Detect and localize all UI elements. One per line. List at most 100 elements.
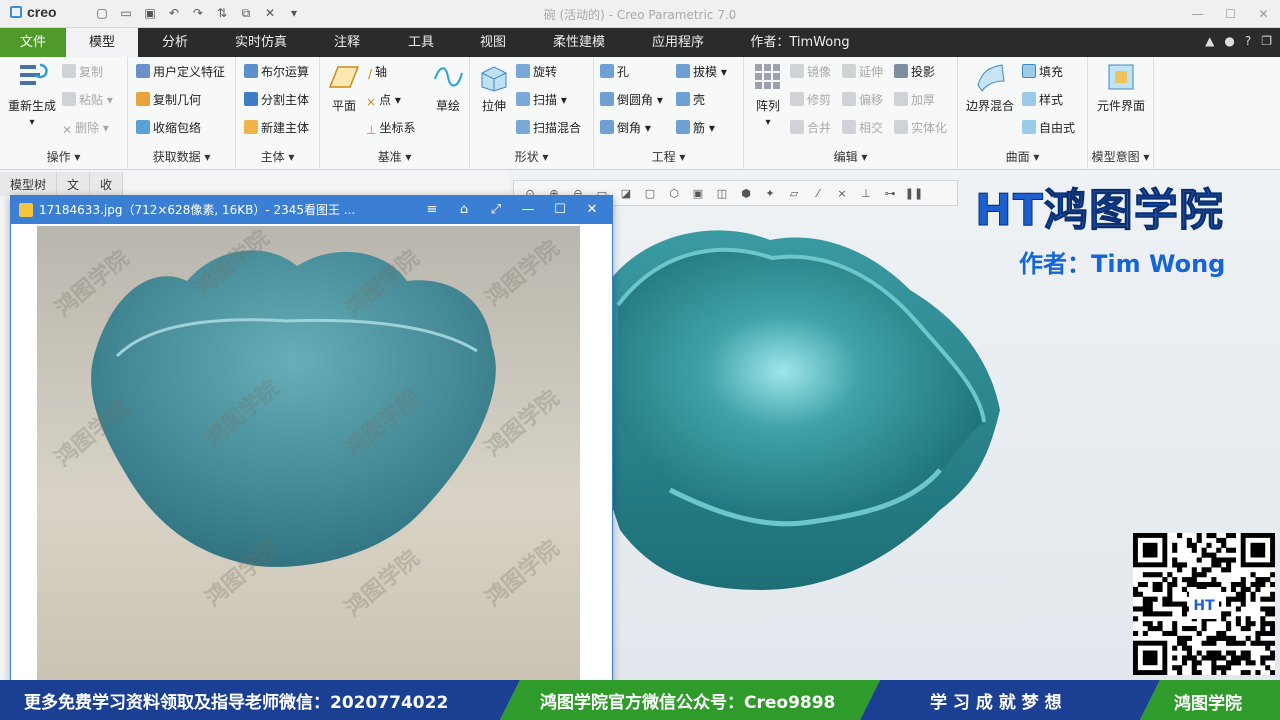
freestyle-button[interactable]: 自由式: [1022, 117, 1075, 139]
new-body-button[interactable]: 新建主体: [244, 117, 309, 139]
tab-applications[interactable]: 应用程序: [636, 28, 720, 57]
extrude-button[interactable]: 拉伸: [474, 61, 514, 114]
window-menu-icon[interactable]: ❐: [1261, 34, 1272, 48]
hole-button[interactable]: 孔: [600, 61, 629, 83]
group-label-engineering[interactable]: 工程 ▾: [594, 148, 743, 165]
project-button[interactable]: 投影: [894, 61, 935, 83]
annotation-display-icon[interactable]: ⊶: [880, 184, 900, 202]
fill-button[interactable]: 填充: [1022, 61, 1063, 83]
section-icon[interactable]: ▣: [688, 184, 708, 202]
title-bar: creo ▢ ▭ ▣ ↶ ↷ ⇅ ⧉ ✕ ▾ 碗 (活动的) - Creo Pa…: [0, 0, 1280, 28]
regenerate-button[interactable]: 重新生成 ▾: [4, 61, 60, 128]
point-display-icon[interactable]: ×: [832, 184, 852, 202]
viewer-skin-icon[interactable]: ⌂: [448, 196, 480, 224]
axis-button[interactable]: / 轴: [368, 61, 387, 83]
copy-geometry-button[interactable]: 复制几何: [136, 89, 201, 111]
view-manager-icon[interactable]: ◪: [616, 184, 636, 202]
datum-display-icon[interactable]: ✦: [760, 184, 780, 202]
boundary-blend-button[interactable]: 边界混合: [962, 61, 1018, 114]
viewer-minimize-icon[interactable]: —: [512, 196, 544, 224]
group-label-datum[interactable]: 基准 ▾: [320, 148, 469, 165]
extrude-icon: [481, 66, 507, 92]
group-label-operations[interactable]: 操作 ▾: [0, 148, 127, 165]
sweep-button[interactable]: 扫描 ▾: [516, 89, 567, 111]
merge-button[interactable]: 合并: [790, 117, 831, 139]
viewer-fullscreen-icon[interactable]: ⤢: [480, 196, 512, 224]
close-icon[interactable]: ✕: [1247, 0, 1280, 28]
copy-button[interactable]: 复制: [62, 61, 103, 83]
tab-flexible-modeling[interactable]: 柔性建模: [536, 28, 622, 57]
tab-model[interactable]: 模型: [66, 28, 138, 57]
style-button[interactable]: 样式: [1022, 89, 1063, 111]
group-label-get-data[interactable]: 获取数据 ▾: [128, 148, 235, 165]
shrinkwrap-button[interactable]: 收缩包络: [136, 117, 201, 139]
help-icon[interactable]: ?: [1245, 34, 1251, 48]
group-label-editing[interactable]: 编辑 ▾: [744, 148, 957, 165]
plane-display-icon[interactable]: ▱: [784, 184, 804, 202]
intersect-button[interactable]: 相交: [842, 117, 883, 139]
tab-author[interactable]: 作者：TimWong: [736, 28, 864, 57]
tab-annotate[interactable]: 注释: [318, 28, 376, 57]
pattern-button[interactable]: 阵列 ▾: [748, 61, 788, 128]
sweep-blend-button[interactable]: 扫描混合: [516, 117, 581, 139]
tab-analysis[interactable]: 分析: [146, 28, 204, 57]
mirror-button[interactable]: 镜像: [790, 61, 831, 83]
appearance-icon[interactable]: ⬢: [736, 184, 756, 202]
component-interface-button[interactable]: 元件界面: [1092, 61, 1150, 114]
tab-file-browser[interactable]: 文: [57, 172, 91, 196]
revolve-button[interactable]: 旋转: [516, 61, 557, 83]
tab-file[interactable]: 文件: [0, 28, 66, 57]
draft-button[interactable]: 拔模 ▾: [676, 61, 727, 83]
brand-author: 作者：Tim Wong: [1019, 250, 1226, 278]
sketch-button[interactable]: 草绘: [428, 61, 468, 114]
rib-button[interactable]: 筋 ▾: [676, 117, 715, 139]
collapse-ribbon-icon[interactable]: ▲: [1205, 34, 1214, 48]
qr-code: HT: [1133, 533, 1276, 676]
maximize-icon[interactable]: ☐: [1214, 0, 1247, 28]
tab-live-simulation[interactable]: 实时仿真: [220, 28, 302, 57]
chamfer-icon: [600, 120, 614, 134]
tab-model-tree[interactable]: 模型树: [0, 172, 58, 196]
group-model-intent: 元件界面 模型意图 ▾: [1088, 57, 1154, 170]
viewer-maximize-icon[interactable]: ☐: [544, 196, 576, 224]
csys-button[interactable]: ⊥ 坐标系: [366, 117, 415, 139]
viewer-close-icon[interactable]: ✕: [576, 196, 608, 224]
image-viewer-window: 17184633.jpg（712×628像素, 16KB）- 2345看图王 .…: [10, 195, 613, 685]
boolean-button[interactable]: 布尔运算: [244, 61, 309, 83]
paste-button[interactable]: 粘贴 ▾: [62, 89, 113, 111]
window-title: 碗 (活动的) - Creo Parametric 7.0: [543, 8, 737, 22]
tab-tools[interactable]: 工具: [392, 28, 450, 57]
reference-photo: 鸿图学院 鸿图学院 鸿图学院 鸿图学院 鸿图学院 鸿图学院 鸿图学院 鸿图学院 …: [37, 226, 580, 681]
udf-button[interactable]: 用户定义特征: [136, 61, 225, 83]
tab-favorites[interactable]: 收: [90, 172, 124, 196]
tab-view[interactable]: 视图: [464, 28, 522, 57]
group-label-model-intent[interactable]: 模型意图 ▾: [1088, 148, 1153, 165]
shell-icon: [676, 92, 690, 106]
round-button[interactable]: 倒圆角 ▾: [600, 89, 663, 111]
trim-button[interactable]: 修剪: [790, 89, 831, 111]
group-body: 布尔运算 分割主体 新建主体 主体 ▾: [236, 57, 320, 170]
extend-button[interactable]: 延伸: [842, 61, 883, 83]
display-style-icon[interactable]: ▢: [640, 184, 660, 202]
plane-button[interactable]: 平面: [324, 61, 364, 114]
axis-display-icon[interactable]: ⁄: [808, 184, 828, 202]
group-label-body[interactable]: 主体 ▾: [236, 148, 319, 165]
saved-views-icon[interactable]: ⬡: [664, 184, 684, 202]
pause-icon[interactable]: ❚❚: [904, 184, 924, 202]
split-body-button[interactable]: 分割主体: [244, 89, 309, 111]
offset-button[interactable]: 偏移: [842, 89, 883, 111]
chamfer-button[interactable]: 倒角 ▾: [600, 117, 651, 139]
point-button[interactable]: × 点 ▾: [366, 89, 401, 111]
user-icon[interactable]: ●: [1224, 34, 1234, 48]
csys-display-icon[interactable]: ⊥: [856, 184, 876, 202]
viewer-menu-icon[interactable]: ≡: [416, 196, 448, 224]
group-label-shapes[interactable]: 形状 ▾: [470, 148, 593, 165]
solidify-button[interactable]: 实体化: [894, 117, 947, 139]
thicken-button[interactable]: 加厚: [894, 89, 935, 111]
group-label-surfaces[interactable]: 曲面 ▾: [958, 148, 1087, 165]
minimize-icon[interactable]: —: [1181, 0, 1214, 28]
perspective-icon[interactable]: ◫: [712, 184, 732, 202]
brand-overlay: HT鸿图学院 作者：Tim Wong: [975, 174, 1275, 284]
delete-button[interactable]: ✕ 删除 ▾: [62, 117, 109, 139]
shell-button[interactable]: 壳: [676, 89, 705, 111]
